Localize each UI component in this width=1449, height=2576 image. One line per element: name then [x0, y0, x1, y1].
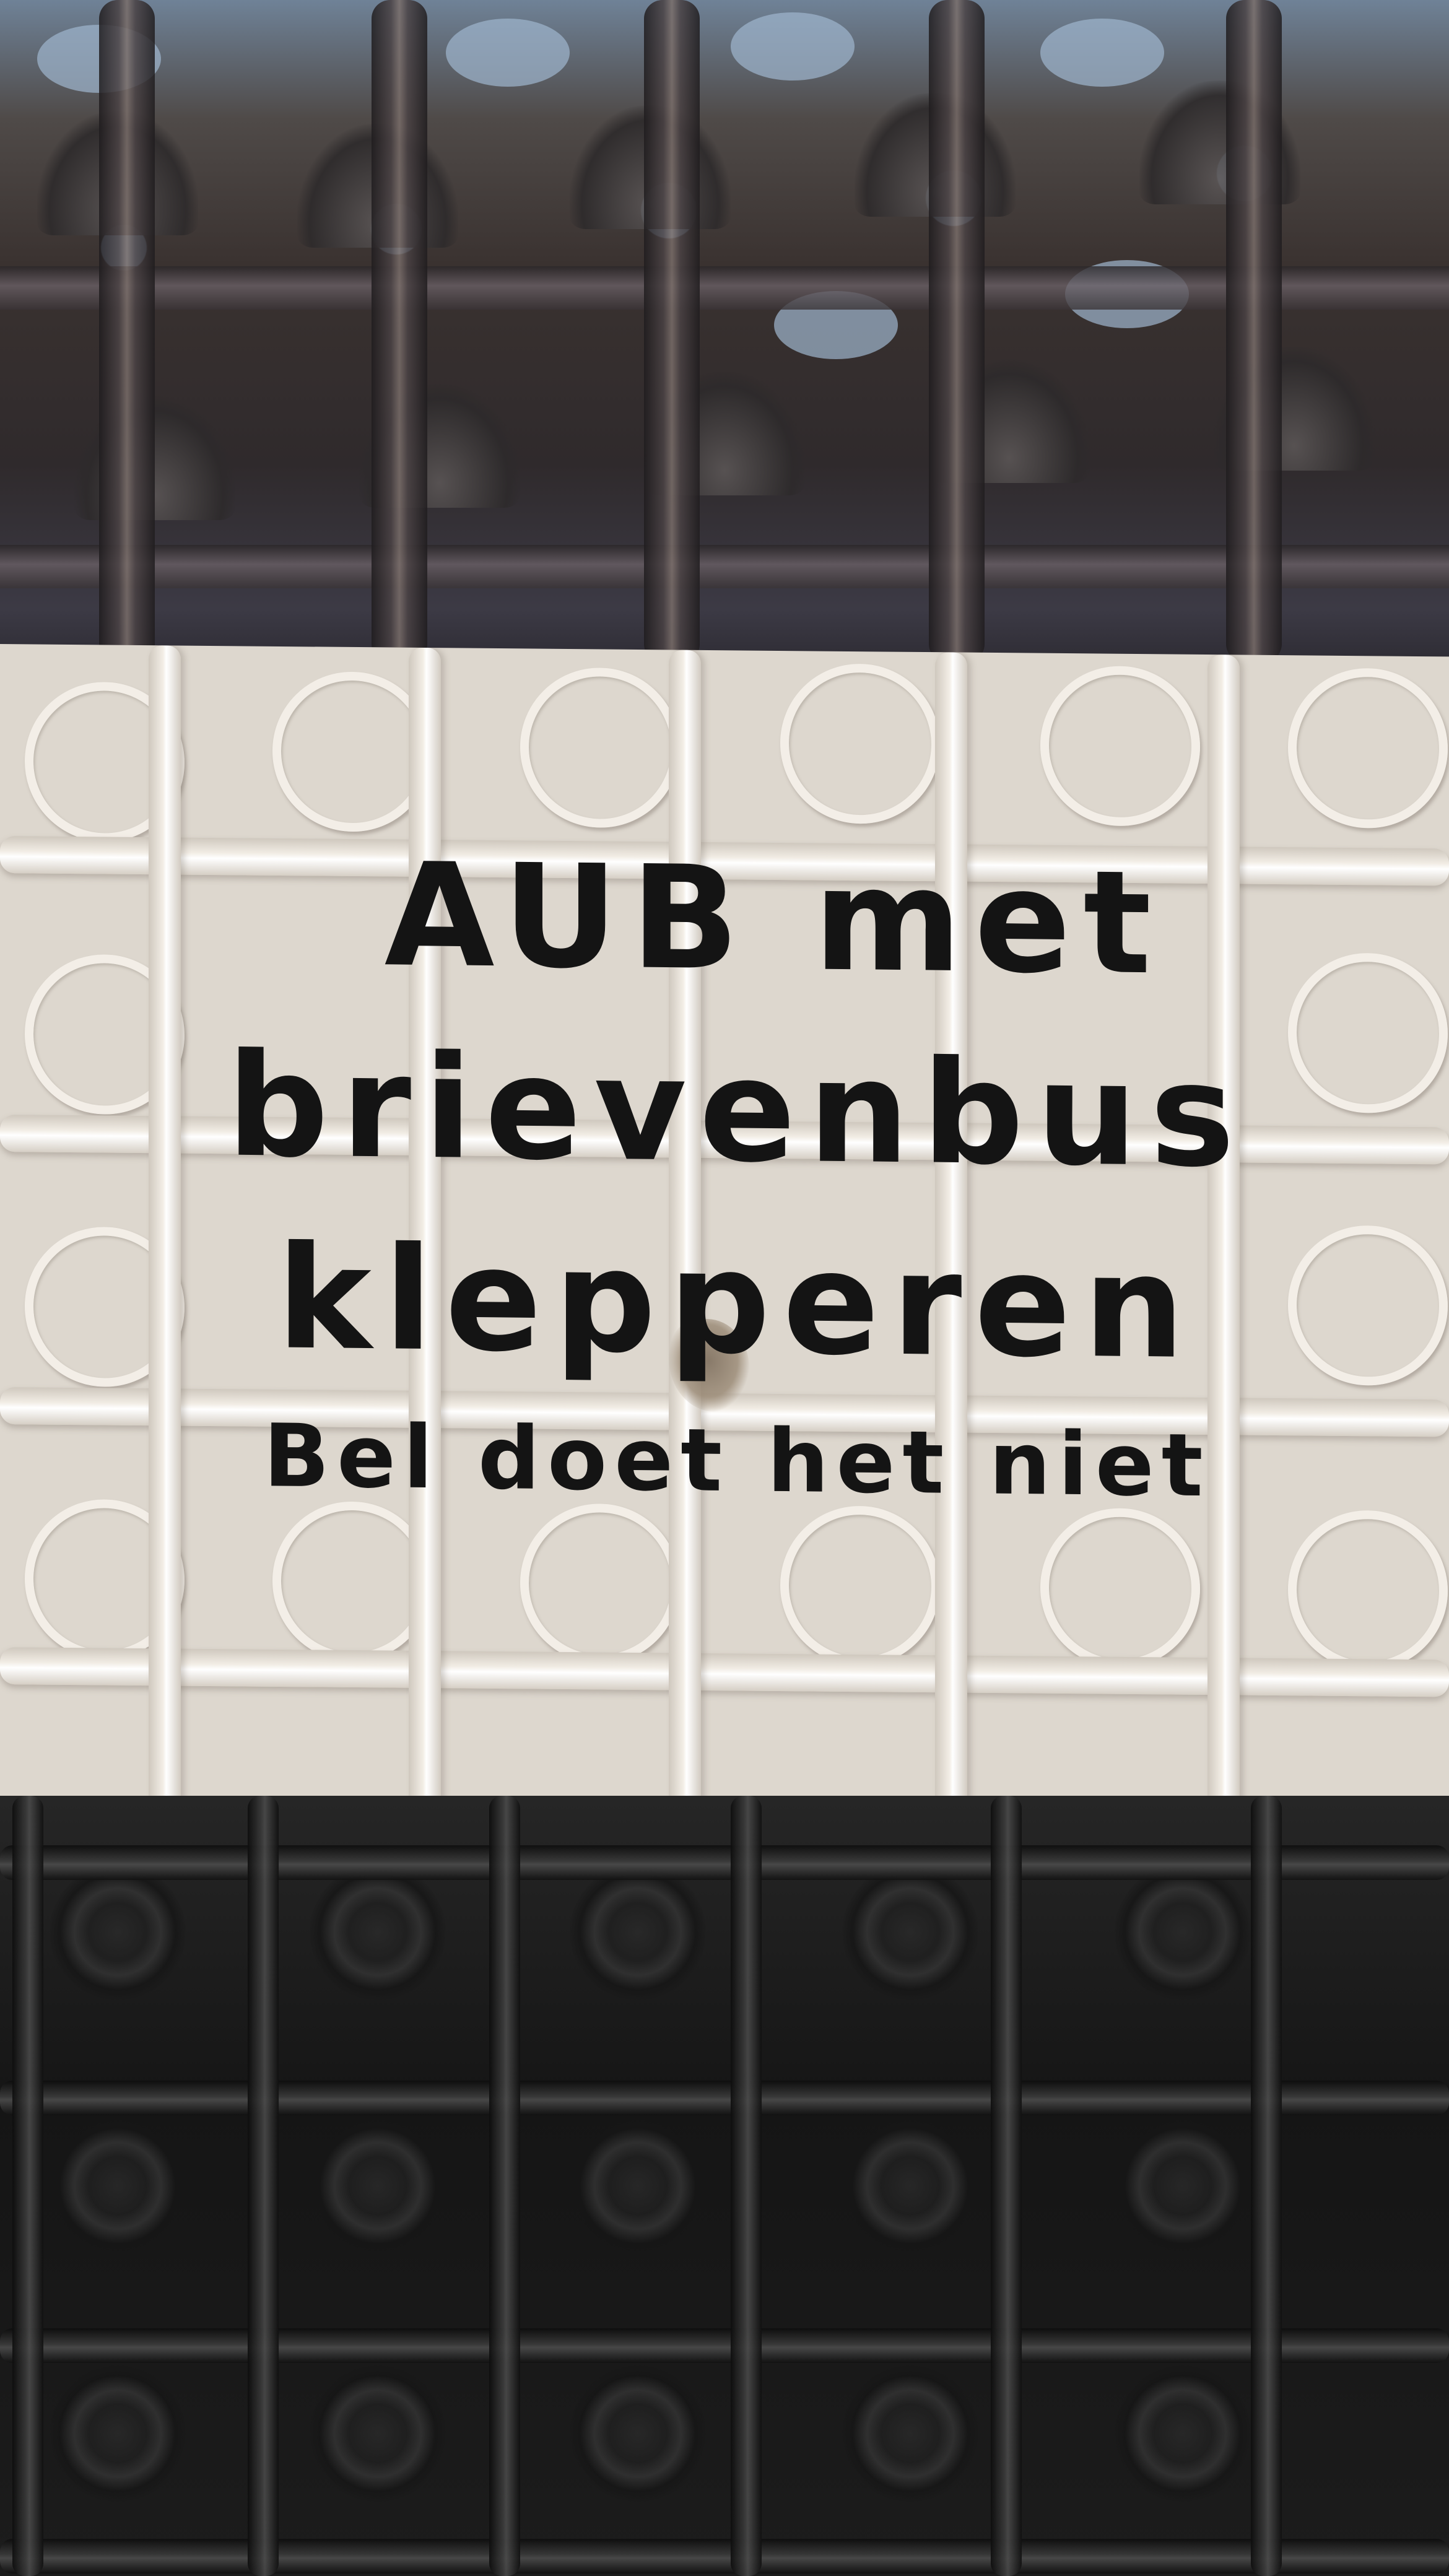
embossed-flower: [50, 1864, 186, 2000]
embossed-flower: [842, 1864, 978, 2000]
embossed-flower: [570, 1864, 706, 2000]
sign-line-4: Bel doet het niet: [263, 1406, 1211, 1517]
ornament-leaf: [74, 396, 235, 520]
ornament-column: [929, 0, 985, 663]
embossed-flower: [310, 2365, 446, 2502]
sign-line-2: brievenbus: [227, 1023, 1247, 1199]
panel-bar: [12, 1796, 43, 2576]
embossed-ring: [780, 663, 940, 825]
embossed-flower: [842, 2118, 978, 2254]
ornamental-glass-reflection: [0, 0, 1449, 663]
embossed-flower: [570, 2365, 706, 2502]
embossed-flower: [1115, 2118, 1251, 2254]
panel-bar: [489, 1796, 520, 2576]
panel-bar: [0, 2328, 1449, 2363]
panel-bar: [731, 1796, 762, 2576]
panel-bar: [0, 2539, 1449, 2574]
dark-door-panel: [0, 1796, 1449, 2576]
sky-reflection: [1040, 19, 1164, 87]
embossed-ring: [1040, 1507, 1200, 1669]
panel-bar: [0, 2081, 1449, 2115]
embossed-ring: [1288, 668, 1448, 829]
embossed-ring: [1040, 665, 1200, 827]
panel-bar: [0, 1845, 1449, 1880]
ornament-column: [644, 0, 700, 663]
embossed-ring: [1288, 1510, 1448, 1671]
sign-line-1: AUB met: [384, 833, 1164, 1007]
embossed-flower: [310, 2118, 446, 2254]
embossed-flower: [842, 2365, 978, 2502]
embossed-ring: [520, 667, 680, 829]
panel-bar: [248, 1796, 279, 2576]
embossed-ring: [780, 1505, 940, 1667]
sign-line-3: klepperen: [276, 1216, 1198, 1391]
embossed-flower: [1115, 1864, 1251, 2000]
sky-reflection: [446, 19, 570, 87]
panel-bar: [1251, 1796, 1282, 2576]
embossed-flower: [1115, 2365, 1251, 2502]
door-photo: AUB met brievenbus klepperen Bel doet he…: [0, 0, 1449, 2576]
ornament-column: [1226, 0, 1282, 663]
panel-bar: [991, 1796, 1022, 2576]
embossed-flower: [50, 2365, 186, 2502]
ornament-column: [99, 0, 155, 663]
sign-text: AUB met brievenbus klepperen Bel doet he…: [0, 816, 1449, 1531]
sky-reflection: [731, 12, 855, 80]
embossed-ring: [520, 1503, 680, 1664]
embossed-flower: [310, 1864, 446, 2000]
embossed-flower: [50, 2118, 186, 2254]
ornament-column: [372, 0, 427, 663]
embossed-flower: [570, 2118, 706, 2254]
